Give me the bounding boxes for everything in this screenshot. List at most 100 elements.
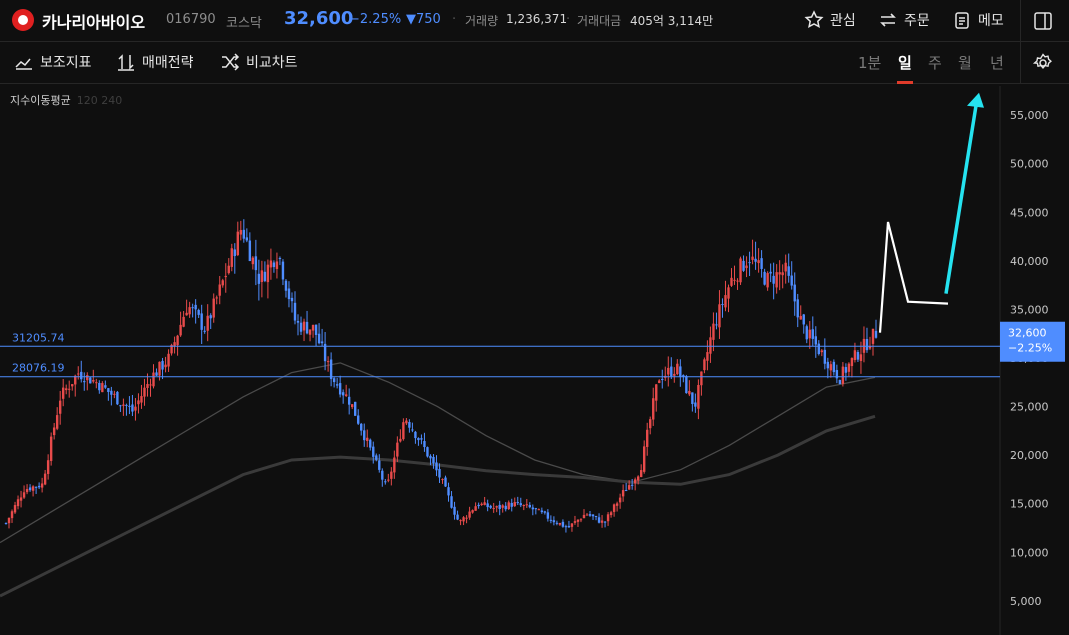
candle-body xyxy=(92,380,95,382)
candle-body xyxy=(233,249,236,257)
y-tick-label: 20,000 xyxy=(1010,449,1049,462)
candle-body xyxy=(585,514,589,516)
candle-body xyxy=(34,486,38,488)
y-tick-label: 10,000 xyxy=(1010,546,1049,559)
candle-body xyxy=(426,447,429,457)
candle-body xyxy=(293,302,297,321)
candle-body xyxy=(212,298,215,318)
candle-body xyxy=(302,321,306,331)
candle-body xyxy=(874,330,878,338)
candle-body xyxy=(811,329,814,339)
candle-body xyxy=(360,423,363,431)
candle-body xyxy=(155,372,158,376)
candle-body xyxy=(134,406,137,411)
candle-body xyxy=(248,240,252,262)
candle-body xyxy=(477,504,480,507)
candle-body xyxy=(724,295,727,308)
candle-body xyxy=(703,359,706,371)
candle-body xyxy=(317,333,321,344)
current-price-badge-value: 32,600 xyxy=(1008,327,1047,340)
candle-body xyxy=(519,503,522,506)
candle-body xyxy=(655,384,658,401)
projection-arrow-line xyxy=(944,105,978,294)
candle-body xyxy=(341,392,345,396)
candle-body xyxy=(329,359,333,379)
candle-body xyxy=(573,521,577,523)
candle-body xyxy=(43,473,47,485)
candle-body xyxy=(393,457,396,473)
candle-body xyxy=(65,388,68,391)
candle-body xyxy=(537,509,541,511)
candle-body xyxy=(820,350,824,353)
candle-body xyxy=(161,360,164,370)
y-tick-label: 55,000 xyxy=(1010,109,1049,122)
candle-body xyxy=(456,514,459,520)
candle-body xyxy=(242,229,246,239)
candle-body xyxy=(748,262,751,264)
candle-body xyxy=(528,504,532,508)
candle-body xyxy=(396,442,399,457)
candle-body xyxy=(721,304,724,306)
candle-body xyxy=(775,272,778,288)
candle-body xyxy=(763,271,766,285)
candle-body xyxy=(474,506,477,511)
candle-body xyxy=(245,237,249,241)
candle-body xyxy=(58,400,62,414)
candle-body xyxy=(269,260,273,268)
candle-body xyxy=(387,479,390,481)
candle-body xyxy=(480,503,483,505)
candle-body xyxy=(802,314,805,325)
candle-body xyxy=(540,510,544,513)
candle-body xyxy=(152,372,155,387)
candle-body xyxy=(140,396,143,403)
candle-body xyxy=(4,522,8,524)
candle-body xyxy=(378,460,381,470)
candle-body xyxy=(369,439,372,448)
candle-body xyxy=(627,485,631,490)
price-chart[interactable]: 5,00010,00015,00020,00025,00030,00035,00… xyxy=(0,0,1069,635)
candle-body xyxy=(498,504,501,510)
current-price-badge-change: −2.25% xyxy=(1008,342,1052,355)
y-tick-label: 45,000 xyxy=(1010,206,1049,219)
candle-body xyxy=(203,330,206,332)
candle-body xyxy=(227,265,230,274)
candle-body xyxy=(621,490,625,497)
candle-body xyxy=(89,377,92,384)
candle-body xyxy=(272,262,276,268)
candle-body xyxy=(176,335,179,346)
candle-body xyxy=(597,517,601,523)
candle-body xyxy=(86,375,89,381)
candle-body xyxy=(375,455,378,460)
candle-body xyxy=(46,460,50,474)
candle-body xyxy=(871,328,875,344)
candle-body xyxy=(13,505,17,513)
candle-body xyxy=(673,373,676,376)
candle-body xyxy=(609,512,613,516)
candle-body xyxy=(630,484,634,486)
candle-body xyxy=(230,248,233,267)
candle-body xyxy=(718,304,721,328)
y-tick-label: 35,000 xyxy=(1010,303,1049,316)
candle-body xyxy=(745,265,748,269)
candle-body xyxy=(841,366,845,384)
candle-body xyxy=(218,284,221,296)
candle-body xyxy=(594,515,598,517)
candle-body xyxy=(736,280,739,282)
candle-body xyxy=(624,490,628,492)
candle-body xyxy=(549,519,553,521)
candle-body xyxy=(784,262,787,272)
candle-body xyxy=(859,354,863,361)
candle-body xyxy=(844,367,848,373)
candle-body xyxy=(236,231,239,256)
ema-120-line xyxy=(0,362,876,544)
candle-body xyxy=(546,512,550,519)
candle-body xyxy=(853,350,857,361)
candle-body xyxy=(447,487,450,496)
candle-body xyxy=(534,508,538,510)
candle-body xyxy=(582,514,586,519)
candle-body xyxy=(113,393,116,395)
candle-body xyxy=(311,324,315,331)
candle-body xyxy=(790,275,793,286)
candle-body xyxy=(796,299,799,318)
candle-body xyxy=(817,343,821,355)
